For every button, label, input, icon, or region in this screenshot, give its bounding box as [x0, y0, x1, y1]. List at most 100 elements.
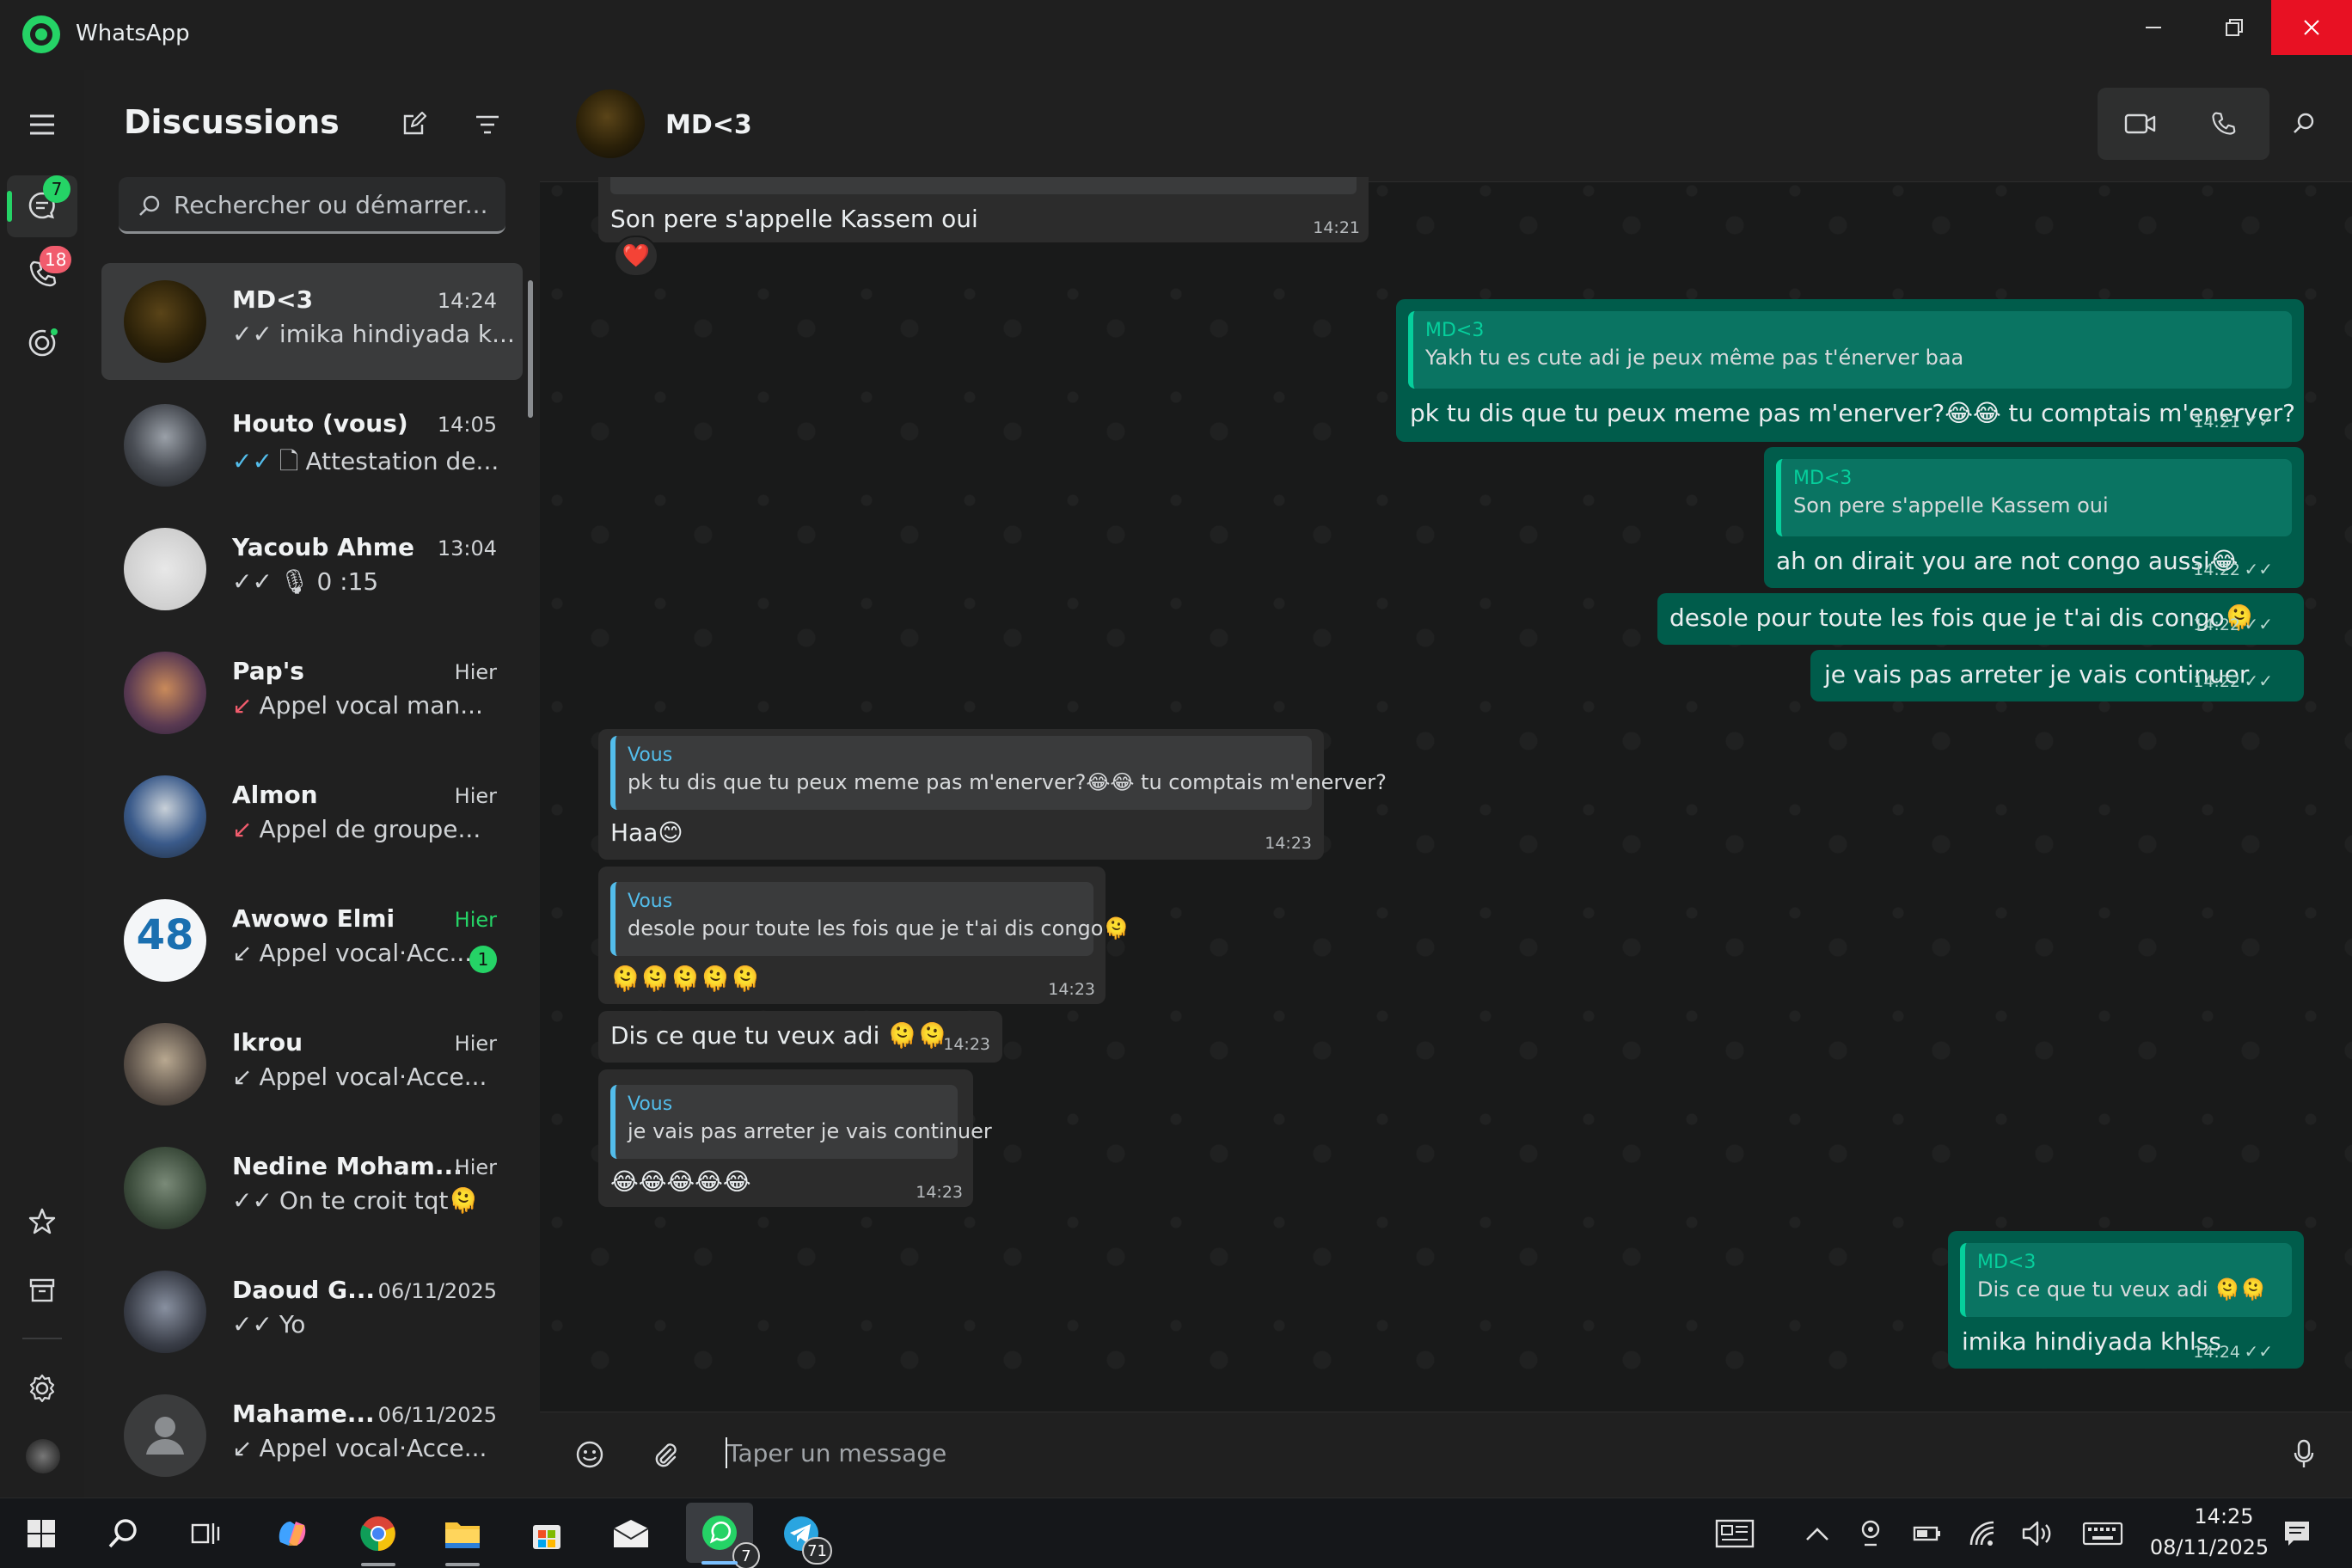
- quoted-message[interactable]: MD<3 Yakh tu es cute adi je peux même pa…: [1408, 311, 2292, 389]
- volume-icon[interactable]: [2020, 1516, 2055, 1551]
- contact-name[interactable]: MD<3: [665, 110, 752, 140]
- message-incoming[interactable]: Vous pk tu dis que tu peux meme pas m'en…: [598, 729, 1387, 860]
- telegram-taskbar-badge: 71: [802, 1537, 832, 1565]
- new-chat-icon[interactable]: [395, 107, 432, 143]
- rail-status-button[interactable]: [22, 323, 62, 363]
- rail-chats-button[interactable]: 7: [22, 175, 70, 225]
- chat-name: Almon: [232, 781, 318, 809]
- taskbar-clock-date[interactable]: 08/11/2025: [2141, 1535, 2278, 1559]
- read-receipt-icon: ✓✓: [2244, 559, 2273, 579]
- double-check-icon: ✓✓: [232, 1310, 273, 1338]
- message-time: 14:22: [2193, 672, 2240, 691]
- chat-preview: 0 :15: [316, 567, 379, 596]
- battery-icon[interactable]: [1910, 1516, 1945, 1551]
- quote-author: MD<3: [1425, 320, 1485, 341]
- chat-search-icon[interactable]: [2268, 88, 2340, 160]
- message-time: 14:24: [2193, 1343, 2240, 1362]
- restore-button[interactable]: [2194, 0, 2275, 55]
- message-text: Dis ce que tu veux adi 🫠🫠: [610, 1021, 947, 1050]
- quoted-message[interactable]: MD<3 Son pere s'appelle Kassem oui: [1776, 459, 2292, 536]
- menu-icon[interactable]: [22, 105, 62, 144]
- rail-calls-button[interactable]: 18: [22, 246, 72, 294]
- copilot-icon[interactable]: [268, 1510, 316, 1558]
- read-receipt-icon: ✓✓: [2244, 1341, 2273, 1362]
- telegram-icon[interactable]: 71: [777, 1510, 832, 1565]
- message-outgoing[interactable]: je vais pas arreter je vais continuer 14…: [1810, 650, 2304, 701]
- quote-text: Dis ce que tu veux adi 🫠🫠: [1977, 1277, 2266, 1302]
- windows-start-icon[interactable]: [17, 1510, 65, 1558]
- quoted-message[interactable]: Vous je vais pas arreter je vais continu…: [610, 1085, 992, 1159]
- task-view-icon[interactable]: [181, 1510, 229, 1558]
- message-text: desole pour toute les fois que je t'ai d…: [1669, 603, 2255, 632]
- rail-active-indicator: [7, 191, 12, 222]
- wifi-icon[interactable]: [1965, 1516, 2000, 1551]
- reaction-heart[interactable]: ❤️: [614, 236, 658, 277]
- chat-item-paps[interactable]: Pap's Hier ↙ Appel vocal man...: [101, 634, 523, 751]
- voice-call-icon[interactable]: [2187, 88, 2259, 160]
- chat-time: 06/11/2025: [377, 1279, 497, 1303]
- incoming-call-icon: ↙: [232, 1063, 253, 1091]
- contact-avatar[interactable]: [576, 89, 645, 158]
- chat-item-almon[interactable]: Almon Hier ↙ Appel de groupe...: [101, 758, 523, 875]
- file-explorer-icon[interactable]: [438, 1510, 487, 1566]
- settings-gear-icon[interactable]: [22, 1369, 62, 1408]
- message-incoming[interactable]: Dis ce que tu veux adi 🫠🫠 14:23: [598, 1011, 1002, 1063]
- starred-messages-icon[interactable]: [22, 1202, 62, 1241]
- chat-item-ikrou[interactable]: Ikrou Hier ↙ Appel vocal·Acce...: [101, 1006, 523, 1123]
- attach-paperclip-icon[interactable]: [648, 1437, 683, 1472]
- message-outgoing[interactable]: desole pour toute les fois que je t'ai d…: [1657, 593, 2304, 645]
- message-text: Haa😊: [610, 818, 683, 847]
- microphone-icon[interactable]: [2287, 1437, 2321, 1472]
- message-outgoing[interactable]: MD<3 Dis ce que tu veux adi 🫠🫠 imika hin…: [1948, 1231, 2304, 1369]
- chat-item-mahame[interactable]: Mahame... 06/11/2025 ↙ Appel vocal·Acce..…: [101, 1377, 523, 1494]
- chat-time: Hier: [454, 660, 497, 684]
- message-incoming[interactable]: Son pere s'appelle Kassem oui 14:21: [598, 177, 1369, 242]
- profile-avatar[interactable]: [26, 1439, 60, 1473]
- taskbar-search-icon[interactable]: [100, 1510, 148, 1558]
- video-call-icon[interactable]: [2104, 88, 2177, 160]
- message-time: 14:23: [1265, 834, 1312, 853]
- message-incoming[interactable]: Vous desole pour toute les fois que je t…: [598, 867, 1129, 1004]
- message-outgoing[interactable]: MD<3 Yakh tu es cute adi je peux même pa…: [1396, 299, 2304, 442]
- webcam-icon[interactable]: [1853, 1516, 1888, 1551]
- emoji-icon[interactable]: [573, 1437, 607, 1472]
- whatsapp-logo-icon: [22, 15, 60, 53]
- chat-item-houto[interactable]: Houto (vous) 14:05 ✓✓ 🗋 Attestation de...: [101, 387, 523, 504]
- read-receipt-icon: ✓✓: [2244, 671, 2273, 691]
- default-avatar-icon: [124, 1394, 206, 1477]
- filter-icon[interactable]: [469, 107, 505, 143]
- notification-center-icon[interactable]: [2280, 1516, 2314, 1551]
- double-check-icon: ✓✓: [232, 567, 273, 596]
- message-input[interactable]: Taper un message: [727, 1439, 946, 1467]
- whatsapp-taskbar-button[interactable]: 7: [686, 1503, 760, 1568]
- chat-name: Mahame...: [232, 1400, 375, 1428]
- close-button[interactable]: [2271, 0, 2352, 55]
- chrome-icon[interactable]: [354, 1510, 402, 1566]
- microsoft-store-icon[interactable]: [523, 1510, 571, 1558]
- taskbar-clock-time[interactable]: 14:25: [2177, 1504, 2271, 1528]
- rail-calls-badge: 18: [40, 246, 72, 273]
- sidebar-scrollbar[interactable]: [528, 280, 533, 418]
- mail-icon[interactable]: [607, 1510, 655, 1558]
- running-indicator: [445, 1563, 480, 1566]
- message-time: 14:23: [916, 1183, 963, 1202]
- quoted-message[interactable]: Vous desole pour toute les fois que je t…: [610, 882, 1129, 956]
- chat-item-yacoub[interactable]: Yacoub Ahme 13:04 ✓✓ 🎙 0 :15: [101, 511, 523, 628]
- running-indicator: [361, 1563, 395, 1566]
- chevron-up-icon[interactable]: [1800, 1516, 1834, 1551]
- message-text: pk tu dis que tu peux meme pas m'enerver…: [1410, 399, 2296, 427]
- chat-item-md[interactable]: MD<3 14:24 ✓✓ imika hindiyada k...: [101, 263, 523, 380]
- minimize-button[interactable]: [2113, 0, 2194, 55]
- message-time: 14:22: [2193, 560, 2240, 579]
- news-widget-icon[interactable]: [1711, 1516, 1759, 1551]
- chat-item-nedine[interactable]: Nedine Moham... Hier ✓✓ On te croit tqt🫠: [101, 1130, 523, 1246]
- quoted-message[interactable]: Vous pk tu dis que tu peux meme pas m'en…: [610, 736, 1387, 810]
- message-incoming[interactable]: Vous je vais pas arreter je vais continu…: [598, 1069, 992, 1207]
- quoted-message[interactable]: MD<3 Dis ce que tu veux adi 🫠🫠: [1960, 1243, 2292, 1317]
- chat-item-awowo[interactable]: 48 Awowo Elmi Hier ↙ Appel vocal·Acc... 1: [101, 882, 523, 999]
- chat-item-daoud[interactable]: Daoud G... 06/11/2025 ✓✓ Yo: [101, 1253, 523, 1370]
- quote-author: Vous: [628, 1093, 673, 1115]
- keyboard-icon[interactable]: [2079, 1516, 2127, 1551]
- archived-icon[interactable]: [22, 1271, 62, 1310]
- message-outgoing[interactable]: MD<3 Son pere s'appelle Kassem oui ah on…: [1764, 447, 2304, 588]
